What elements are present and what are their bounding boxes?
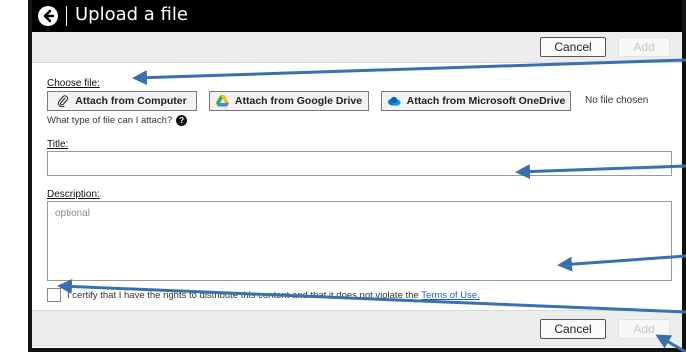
description-textarea[interactable]: optional: [47, 201, 672, 281]
bottom-action-bar: Cancel Add: [32, 310, 682, 347]
google-drive-icon: [215, 95, 229, 107]
certify-row: I certify that I have the rights to dist…: [47, 288, 480, 302]
file-type-help[interactable]: What type of file can I attach? ?: [47, 115, 188, 126]
question-icon[interactable]: ?: [176, 115, 188, 126]
attach-google-drive-label: Attach from Google Drive: [234, 95, 363, 107]
file-type-help-text: What type of file can I attach?: [47, 115, 173, 126]
cancel-button-top[interactable]: Cancel: [540, 37, 606, 57]
description-label: Description:: [47, 189, 100, 200]
add-button-bottom[interactable]: Add: [618, 319, 670, 339]
attach-from-google-drive-button[interactable]: Attach from Google Drive: [209, 91, 369, 111]
certify-checkbox[interactable]: [47, 288, 61, 302]
upload-dialog: Upload a file Cancel Add Choose file: At…: [28, 0, 686, 352]
choose-file-label: Choose file:: [47, 78, 100, 89]
back-button[interactable]: [38, 6, 58, 26]
page-title: Upload a file: [75, 4, 188, 25]
top-action-bar: Cancel Add: [32, 32, 682, 63]
attach-computer-label: Attach from Computer: [75, 95, 187, 107]
cancel-button-bottom[interactable]: Cancel: [540, 319, 606, 339]
certify-statement: I certify that I have the rights to dist…: [67, 289, 419, 301]
certify-text: I certify that I have the rights to dist…: [67, 290, 480, 301]
arrow-left-circle-icon: [43, 9, 55, 23]
add-button-top[interactable]: Add: [618, 37, 670, 57]
attach-onedrive-label: Attach from Microsoft OneDrive: [406, 95, 566, 107]
title-bar: Upload a file: [32, 0, 682, 32]
title-label: Title:: [47, 139, 69, 150]
onedrive-icon: [387, 96, 401, 106]
attach-from-onedrive-button[interactable]: Attach from Microsoft OneDrive: [381, 91, 571, 111]
attach-from-computer-button[interactable]: Attach from Computer: [47, 91, 197, 111]
paperclip-icon: [58, 95, 69, 107]
title-separator: [66, 6, 67, 26]
title-input[interactable]: [47, 151, 672, 176]
file-status: No file chosen: [585, 95, 649, 106]
description-placeholder: optional: [55, 208, 91, 219]
terms-of-use-link[interactable]: Terms of Use.: [421, 290, 480, 301]
